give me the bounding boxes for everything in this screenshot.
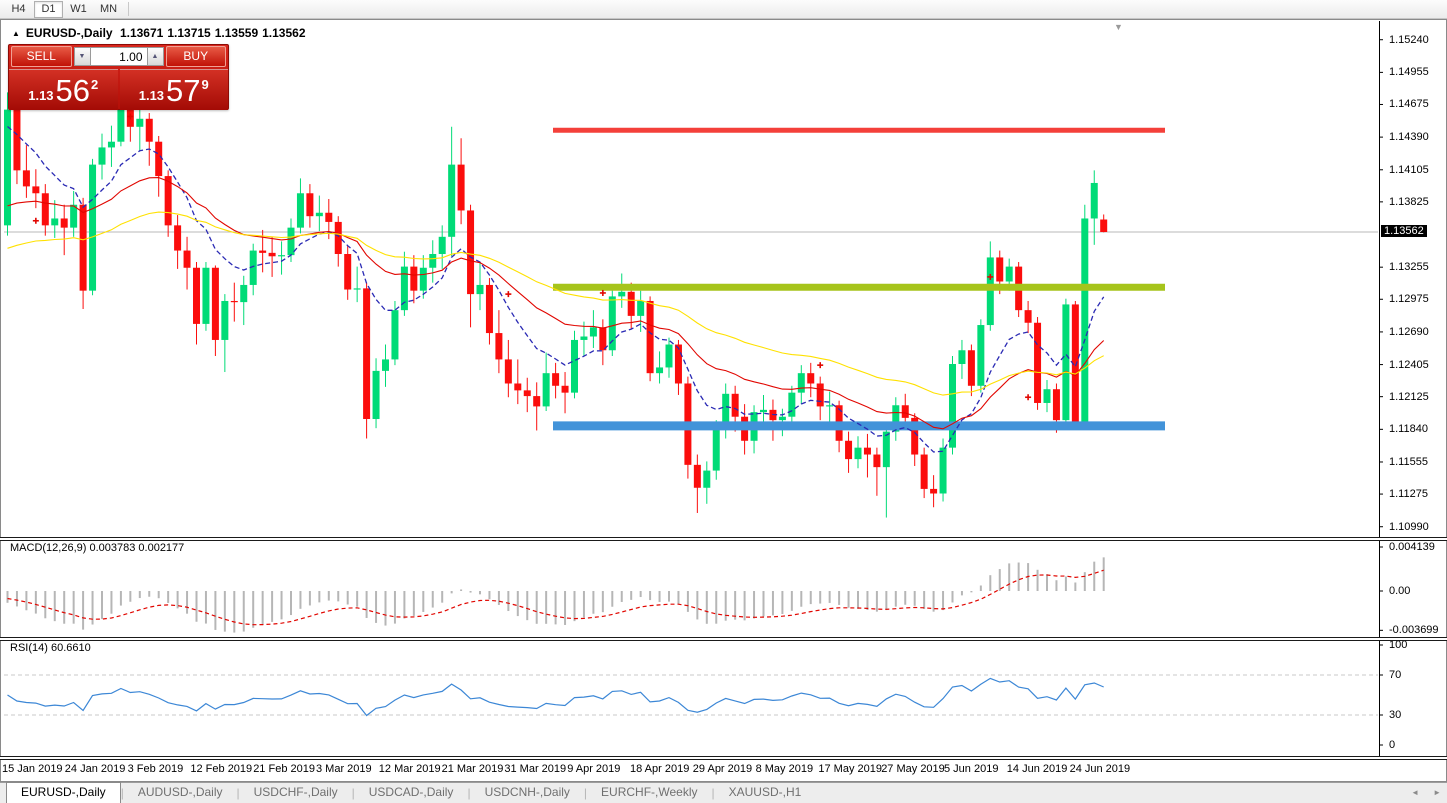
trading-platform: { "toolbar":{"timeframes":[ {"label":"H4… bbox=[0, 0, 1447, 803]
toolbar-separator bbox=[128, 2, 129, 16]
ohlc-high: 1.13715 bbox=[167, 26, 211, 40]
tabs-holder: EURUSD-,Daily | AUDUSD-,Daily | USDCHF-,Dail… bbox=[0, 782, 815, 803]
price-axis-label: 1.11555 bbox=[1389, 455, 1428, 468]
rsi-dateaxis-divider bbox=[0, 756, 1447, 760]
price-axis-label: 1.11275 bbox=[1389, 488, 1428, 501]
trade-panel-controls: SELL ▼ ▲ BUY bbox=[9, 45, 228, 68]
rsi-axis-label: 30 bbox=[1389, 709, 1402, 721]
price-axis-label: 1.14390 bbox=[1389, 131, 1429, 144]
buy-price-display[interactable]: 1.13 57 9 bbox=[119, 69, 228, 110]
ohlc-close: 1.13562 bbox=[262, 26, 306, 40]
date-axis-label: 17 May 2019 bbox=[818, 763, 882, 775]
chart-window[interactable] bbox=[0, 19, 1447, 782]
ohlc-low: 1.13559 bbox=[214, 26, 259, 40]
one-click-trading-panel: SELL ▼ ▲ BUY 1.13 56 2 1.13 57 9 bbox=[8, 44, 229, 110]
date-axis-label: 9 Apr 2019 bbox=[567, 763, 621, 775]
tab-usdchf-daily[interactable]: USDCHF-,Daily bbox=[240, 783, 352, 803]
timeframe-button-h4[interactable]: H4 bbox=[4, 1, 33, 18]
tab-scroll-right-icon[interactable]: ► bbox=[1433, 788, 1441, 797]
volume-input[interactable] bbox=[90, 47, 147, 66]
price-axis-label: 1.12690 bbox=[1389, 325, 1429, 338]
date-axis-label: 21 Mar 2019 bbox=[441, 763, 504, 775]
trade-panel-prices: 1.13 56 2 1.13 57 9 bbox=[9, 69, 228, 110]
date-axis-label: 5 Jun 2019 bbox=[944, 763, 999, 775]
date-axis-label: 18 Apr 2019 bbox=[630, 763, 690, 775]
price-axis-label: 1.12405 bbox=[1389, 358, 1429, 371]
symbol-title: EURUSD-,Daily bbox=[25, 26, 113, 40]
macd-axis-label: 0.004139 bbox=[1389, 541, 1435, 553]
date-axis-label: 12 Feb 2019 bbox=[190, 763, 253, 775]
buy-price-prefix: 1.13 bbox=[138, 88, 165, 103]
date-axis-label: 24 Jun 2019 bbox=[1069, 763, 1131, 775]
macd-axis-label: 0.00 bbox=[1389, 585, 1411, 597]
rsi-pane-label: RSI(14) 60.6610 bbox=[10, 642, 91, 654]
symbol-tab-bar: EURUSD-,Daily | AUDUSD-,Daily | USDCHF-,Dail… bbox=[0, 782, 1447, 803]
timeframe-button-d1[interactable]: D1 bbox=[34, 0, 63, 18]
current-price-tag: 1.13562 bbox=[1381, 225, 1427, 237]
tab-eurchf-weekly[interactable]: EURCHF-,Weekly bbox=[587, 783, 711, 803]
chart-title: ▲ EURUSD-,Daily 1.13671 1.13715 1.13559 1.13… bbox=[12, 26, 310, 40]
collapse-panel-arrow[interactable]: ▲ bbox=[12, 29, 20, 38]
date-axis-label: 3 Mar 2019 bbox=[316, 763, 372, 775]
timeframe-button-mn[interactable]: MN bbox=[94, 1, 123, 18]
rsi-axis-label: 0 bbox=[1389, 739, 1396, 751]
sell-price-display[interactable]: 1.13 56 2 bbox=[9, 69, 118, 110]
macd-pane-label: MACD(12,26,9) 0.003783 0.002177 bbox=[10, 542, 185, 554]
tab-usdcad-daily[interactable]: USDCAD-,Daily bbox=[355, 783, 468, 803]
price-axis-label: 1.11840 bbox=[1389, 423, 1428, 436]
sell-price-prefix: 1.13 bbox=[28, 88, 54, 103]
date-axis-label: 21 Feb 2019 bbox=[253, 763, 315, 775]
volume-spinner: ▼ ▲ bbox=[73, 47, 164, 66]
volume-increase-icon[interactable]: ▲ bbox=[146, 47, 164, 66]
date-axis-label: 31 Mar 2019 bbox=[504, 763, 567, 775]
buy-price-pips: 9 bbox=[201, 77, 209, 92]
price-axis-label: 1.14675 bbox=[1389, 98, 1429, 111]
buy-price-main: 57 bbox=[166, 73, 201, 108]
price-axis-label: 1.12975 bbox=[1389, 293, 1429, 306]
price-axis-label: 1.14105 bbox=[1389, 163, 1429, 176]
timeframe-buttons: H4 D1 W1 MN bbox=[4, 0, 124, 18]
rsi-axis-label: 70 bbox=[1389, 669, 1402, 681]
price-axis-label: 1.14955 bbox=[1389, 66, 1429, 79]
date-axis-label: 8 May 2019 bbox=[755, 763, 814, 775]
chart-shift-marker-icon[interactable]: ▼ bbox=[1114, 22, 1123, 32]
tab-audusd-daily[interactable]: AUDUSD-,Daily bbox=[124, 783, 237, 803]
macd-rsi-divider[interactable] bbox=[0, 637, 1447, 641]
price-axis-label: 1.12125 bbox=[1389, 390, 1429, 403]
date-axis-label: 27 May 2019 bbox=[881, 763, 945, 775]
date-axis-label: 29 Apr 2019 bbox=[692, 763, 753, 775]
ohlc-open: 1.13671 bbox=[119, 26, 164, 40]
date-axis-label: 24 Jan 2019 bbox=[64, 763, 126, 775]
volume-decrease-icon[interactable]: ▼ bbox=[73, 47, 91, 66]
timeframe-toolbar: H4 D1 W1 MN bbox=[0, 0, 1447, 19]
sell-price-main: 56 bbox=[55, 73, 91, 108]
tab-xauusd-h1[interactable]: XAUUSD-,H1 bbox=[715, 783, 816, 803]
price-axis-label: 1.13255 bbox=[1389, 261, 1429, 274]
tab-scroll-left-icon[interactable]: ◄ bbox=[1411, 788, 1419, 797]
date-axis-label: 12 Mar 2019 bbox=[378, 763, 441, 775]
price-axis-label: 1.13825 bbox=[1389, 195, 1429, 208]
date-axis-label: 15 Jan 2019 bbox=[2, 763, 63, 775]
date-axis-label: 3 Feb 2019 bbox=[127, 763, 184, 775]
main-macd-divider[interactable] bbox=[0, 537, 1447, 541]
tab-scroll-buttons: ◄ ► bbox=[1411, 788, 1441, 797]
price-axis-label: 1.10990 bbox=[1389, 520, 1429, 533]
date-axis-label: 14 Jun 2019 bbox=[1006, 763, 1068, 775]
tab-usdcnh-daily[interactable]: USDCNH-,Daily bbox=[471, 783, 584, 803]
macd-axis-label: -0.003699 bbox=[1389, 624, 1439, 637]
buy-button[interactable]: BUY bbox=[165, 46, 226, 67]
price-axis-label: 1.15240 bbox=[1389, 33, 1429, 46]
timeframe-button-w1[interactable]: W1 bbox=[64, 1, 93, 18]
sell-price-pips: 2 bbox=[91, 77, 99, 92]
tab-eurusd-daily[interactable]: EURUSD-,Daily bbox=[6, 782, 121, 803]
sell-button[interactable]: SELL bbox=[11, 46, 72, 67]
